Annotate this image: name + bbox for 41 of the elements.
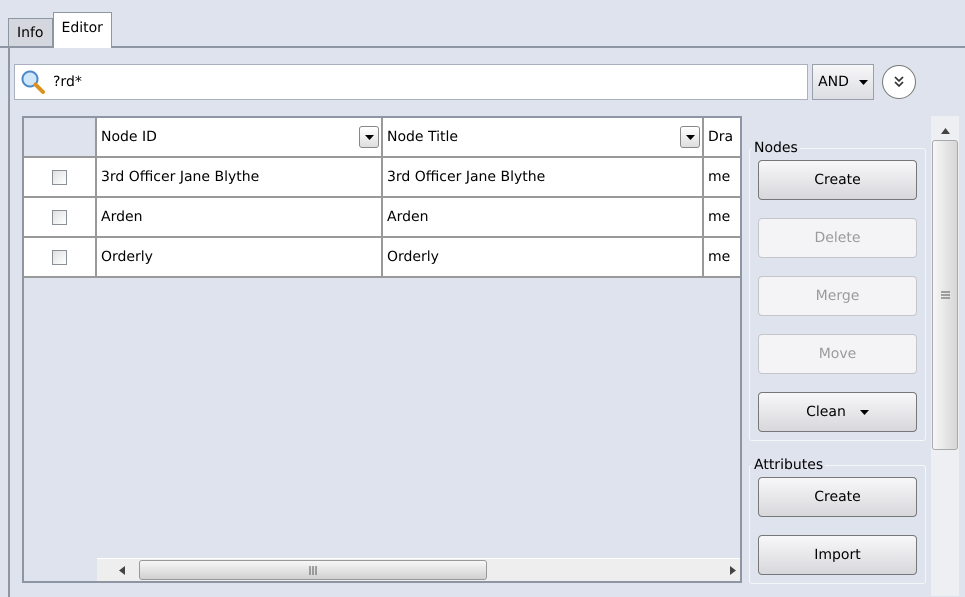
filter-button[interactable] [680,126,700,148]
action-button[interactable]: Create [758,160,917,200]
search-icon [20,69,46,95]
table-cell: 3rd Officer Jane Blythe [97,158,383,198]
row-checkbox[interactable] [52,170,67,184]
expand-button[interactable] [882,65,916,99]
table-cell: me [704,158,740,198]
double-chevron-icon [893,76,905,88]
filter-button[interactable] [359,126,379,148]
caret-icon [858,80,868,84]
table-cell: Orderly [97,238,383,278]
row-checkbox[interactable] [52,210,67,224]
group-title: Attributes [753,457,824,473]
column-header[interactable]: Node Title [383,118,704,158]
scroll-up-icon[interactable] [940,128,950,134]
caret-icon [860,410,869,414]
caret-icon [686,134,694,140]
scrollbar-thumb[interactable] [932,140,958,450]
grip-icon [940,291,950,299]
group-title: Nodes [753,140,799,156]
search-field[interactable]: ?rd* [14,64,808,100]
table-cell: Orderly [383,238,704,278]
scrollbar-thumb[interactable] [139,560,487,580]
tab[interactable]: Editor [52,12,112,48]
table-cell: Arden [97,198,383,238]
column-header[interactable]: Node ID [97,118,383,158]
operator-dropdown[interactable]: AND [812,64,874,100]
menu-button[interactable]: Clean [758,392,917,432]
table-cell: me [704,198,740,238]
action-button[interactable]: Create [758,477,917,517]
column-header[interactable]: Dra [704,118,740,158]
table-cell: 3rd Officer Jane Blythe [383,158,704,198]
action-button[interactable]: Import [758,535,917,575]
grip-icon [309,566,317,574]
scroll-right-icon[interactable] [730,566,736,574]
table-cell: Arden [383,198,704,238]
row-checkbox[interactable] [52,250,67,264]
scroll-left-icon[interactable] [119,566,125,574]
caret-icon [364,134,374,140]
tab[interactable]: Info [8,18,52,46]
table-cell: me [704,238,740,278]
